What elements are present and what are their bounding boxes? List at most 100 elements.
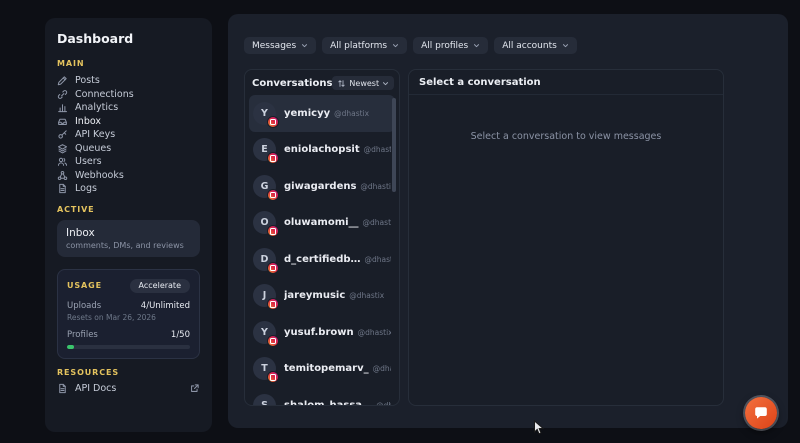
- avatar: J: [253, 284, 279, 311]
- conversation-handle: @dhastix: [372, 364, 391, 374]
- profiles-value: 1/50: [170, 329, 190, 340]
- conversation-handle: @dhastix: [349, 291, 385, 301]
- chevron-down-icon: [392, 42, 399, 49]
- instagram-badge-icon: [267, 261, 279, 274]
- sidebar-item-posts[interactable]: Posts: [57, 74, 200, 88]
- conversation-name: oluwamomi__: [284, 217, 359, 229]
- resets-text: Resets on Mar 26, 2026: [67, 312, 156, 322]
- instagram-badge-icon: [267, 225, 279, 238]
- instagram-badge-icon: [267, 115, 279, 128]
- conversation-name: giwagardens: [284, 180, 357, 192]
- filter-label: All accounts: [502, 40, 557, 51]
- conversation-detail-panel: Select a conversation Select a conversat…: [408, 69, 724, 406]
- app-window: Dashboard MAIN Posts Connections Analytics…: [0, 0, 800, 443]
- sort-label: Newest: [349, 78, 380, 88]
- link-icon: [57, 89, 68, 100]
- uploads-label: Uploads: [67, 300, 102, 311]
- filter-label: Messages: [252, 40, 297, 51]
- avatar: G: [253, 174, 279, 201]
- sidebar-item-inbox[interactable]: Inbox: [57, 115, 200, 129]
- main-panel: Messages All platforms All profiles All acc…: [228, 14, 788, 428]
- sidebar-item-label: Webhooks: [75, 169, 124, 181]
- conversation-item[interactable]: Ttemitopemarv_@dhastix: [249, 351, 395, 388]
- conversation-list: Yyemicyy@dhastixEeniolachopsit@dhastixGg…: [245, 95, 399, 406]
- sidebar-item-api-docs[interactable]: API Docs: [57, 383, 200, 394]
- conversation-handle: @dhastix: [363, 145, 391, 155]
- filter-all-profiles-dropdown[interactable]: All profiles: [413, 37, 489, 54]
- chat-bubble-icon: [755, 407, 767, 419]
- conversation-item[interactable]: Yyusuf.brown @dhastix: [249, 314, 395, 351]
- filter-label: All profiles: [421, 40, 469, 51]
- avatar-initial: G: [260, 180, 269, 192]
- conversations-title: Conversations: [252, 77, 333, 89]
- scrollbar-thumb[interactable]: [392, 98, 396, 192]
- conversation-handle: @dhastix: [334, 108, 370, 118]
- avatar-initial: S: [261, 399, 268, 406]
- conversation-item[interactable]: Eeniolachopsit@dhastix: [249, 132, 395, 169]
- filter-all-accounts-dropdown[interactable]: All accounts: [494, 37, 577, 54]
- sidebar-item-connections[interactable]: Connections: [57, 88, 200, 102]
- instagram-badge-icon: [267, 371, 279, 384]
- sort-button[interactable]: Newest: [332, 76, 395, 90]
- avatar-initial: T: [261, 363, 268, 375]
- avatar-initial: Y: [261, 326, 268, 338]
- inbox-icon: [57, 116, 68, 127]
- sidebar: Dashboard MAIN Posts Connections Analytics…: [45, 18, 212, 432]
- conversation-name: yusuf.brown: [284, 326, 354, 338]
- usage-card: USAGE Accelerate Uploads 4/Unlimited Res…: [57, 268, 200, 359]
- conversation-item[interactable]: Yyemicyy @dhastix: [249, 95, 395, 132]
- sidebar-item-label: Posts: [75, 75, 100, 87]
- sidebar-item-label: Inbox: [75, 115, 101, 127]
- conversation-handle: @dhast…: [364, 254, 391, 264]
- conversation-item[interactable]: Sshalom_hassa…@dhas…: [249, 387, 395, 406]
- sidebar-item-label: API Keys: [75, 129, 116, 141]
- avatar-initial: J: [262, 290, 267, 302]
- sidebar-item-label: Logs: [75, 183, 97, 195]
- app-title: Dashboard: [57, 31, 134, 46]
- usage-title: USAGE: [67, 281, 102, 290]
- conversation-handle: @dhastix: [357, 327, 391, 337]
- conversation-item[interactable]: Dd_certifiedb…@dhast…: [249, 241, 395, 278]
- section-label-active: ACTIVE: [57, 204, 95, 214]
- filter-bar: Messages All platforms All profiles All acc…: [244, 37, 772, 54]
- sidebar-item-label: Analytics: [75, 102, 119, 114]
- webhook-icon: [57, 170, 68, 181]
- instagram-badge-icon: [267, 152, 279, 165]
- support-chat-button[interactable]: [745, 397, 777, 429]
- sort-arrows-icon: [338, 79, 346, 87]
- chevron-down-icon: [473, 42, 480, 49]
- conversation-handle: @dhastix: [362, 218, 391, 228]
- accelerate-button[interactable]: Accelerate: [129, 278, 190, 293]
- filter-messages-dropdown[interactable]: Messages: [244, 37, 317, 54]
- sidebar-item-users[interactable]: Users: [57, 155, 200, 169]
- conversation-name: temitopemarv_: [284, 363, 369, 375]
- active-inbox-card[interactable]: Inbox comments, DMs, and reviews: [57, 219, 200, 257]
- filter-all-platforms-dropdown[interactable]: All platforms: [322, 37, 408, 54]
- sidebar-item-queues[interactable]: Queues: [57, 142, 200, 156]
- chevron-down-icon: [562, 42, 569, 49]
- sidebar-item-label: Users: [75, 156, 102, 168]
- active-card-title: Inbox: [66, 226, 95, 239]
- sidebar-item-webhooks[interactable]: Webhooks: [57, 169, 200, 183]
- sidebar-item-logs[interactable]: Logs: [57, 182, 200, 196]
- filter-label: All platforms: [330, 40, 388, 51]
- api-docs-label: API Docs: [75, 382, 117, 394]
- conversation-item[interactable]: Ooluwamomi__@dhastix: [249, 205, 395, 242]
- conversation-item[interactable]: Ggiwagardens@dhastix: [249, 168, 395, 205]
- avatar: T: [253, 357, 279, 384]
- chevron-down-icon: [383, 81, 389, 85]
- conversation-name: yemicyy: [284, 107, 331, 119]
- sidebar-item-api-keys[interactable]: API Keys: [57, 128, 200, 142]
- avatar-initial: Y: [261, 107, 268, 119]
- conversation-item[interactable]: Jjareymusic @dhastix: [249, 278, 395, 315]
- conversation-name: d_certifiedb…: [284, 253, 361, 265]
- conversation-handle: @dhastix: [360, 181, 391, 191]
- instagram-badge-icon: [267, 298, 279, 311]
- uploads-value: 4/Unlimited: [140, 300, 190, 311]
- avatar: O: [253, 211, 279, 238]
- sidebar-item-analytics[interactable]: Analytics: [57, 101, 200, 115]
- avatar: E: [253, 138, 279, 165]
- sidebar-item-label: Queues: [75, 142, 112, 154]
- key-icon: [57, 129, 68, 140]
- sidebar-item-label: Connections: [75, 88, 134, 100]
